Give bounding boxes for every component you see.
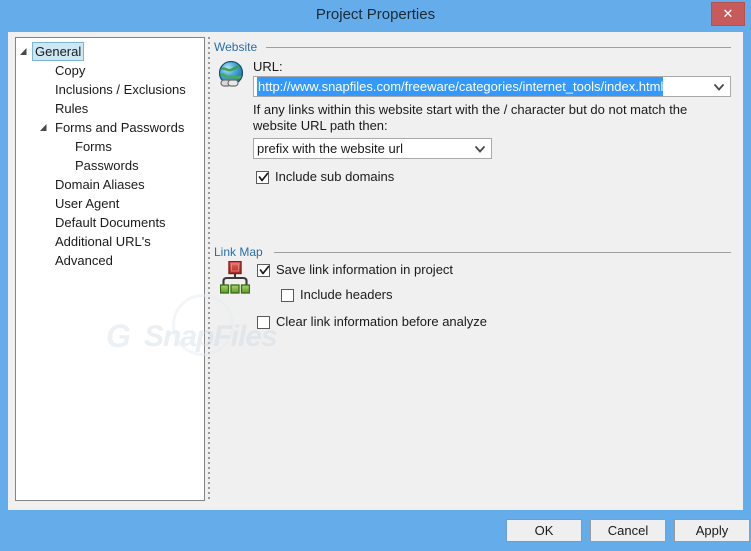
- checkbox-box[interactable]: [257, 316, 270, 329]
- checkbox-box[interactable]: [256, 171, 269, 184]
- ok-button[interactable]: OK: [506, 519, 582, 542]
- linkmap-group-caption: Link Map: [214, 245, 268, 259]
- tree-item-label: General: [32, 42, 85, 61]
- collapse-arrow-icon[interactable]: [19, 42, 29, 61]
- tree-item-label: Rules: [55, 101, 89, 116]
- url-input[interactable]: http://www.snapfiles.com/freeware/catego…: [257, 77, 664, 96]
- dialog-footer: OK Cancel Apply: [0, 510, 751, 551]
- tree-item-label: Domain Aliases: [55, 177, 145, 192]
- chevron-down-icon[interactable]: [473, 139, 487, 158]
- website-group-rule: [266, 47, 731, 48]
- tree-item-passwords[interactable]: Passwords: [16, 156, 204, 175]
- website-group-caption: Website: [214, 40, 263, 54]
- apply-button[interactable]: Apply: [674, 519, 750, 542]
- tree-item-additional-url-s[interactable]: Additional URL's: [16, 232, 204, 251]
- tree-item-inclusions-exclusions[interactable]: Inclusions / Exclusions: [16, 80, 204, 99]
- include-sub-domains-label: Include sub domains: [275, 169, 395, 184]
- url-label: URL:: [253, 59, 283, 74]
- dialog-client-area: General Copy Inclusions / Exclusions Rules F…: [8, 32, 743, 510]
- tree-item-label: Forms: [75, 139, 112, 154]
- general-settings-pane: Website URL: http://www.snapfiles.com/fr…: [212, 37, 740, 501]
- slash-link-hint: If any links within this website start w…: [253, 102, 688, 133]
- tree-item-user-agent[interactable]: User Agent: [16, 194, 204, 213]
- tree-item-label: Default Documents: [55, 215, 166, 230]
- tree-item-forms[interactable]: Forms: [16, 137, 204, 156]
- title-bar: Project Properties ✕: [0, 0, 751, 32]
- tree-item-advanced[interactable]: Advanced: [16, 251, 204, 270]
- checkbox-box[interactable]: [281, 289, 294, 302]
- collapse-arrow-icon[interactable]: [39, 118, 49, 137]
- tree-item-forms-and-passwords[interactable]: Forms and Passwords: [16, 118, 204, 137]
- save-link-info-label: Save link information in project: [276, 262, 454, 277]
- tree-item-copy[interactable]: Copy: [16, 61, 204, 80]
- tree-item-label: Forms and Passwords: [55, 120, 185, 135]
- cancel-button[interactable]: Cancel: [590, 519, 666, 542]
- prefix-behavior-value[interactable]: prefix with the website url: [257, 139, 471, 158]
- clear-link-info-label: Clear link information before analyze: [276, 314, 487, 329]
- prefix-behavior-select[interactable]: prefix with the website url: [253, 138, 492, 159]
- tree-item-default-documents[interactable]: Default Documents: [16, 213, 204, 232]
- tree-item-label: User Agent: [55, 196, 120, 211]
- tree-item-general[interactable]: General: [16, 42, 204, 61]
- tree-item-rules[interactable]: Rules: [16, 99, 204, 118]
- window-title: Project Properties: [315, 6, 436, 23]
- tree-item-label: Additional URL's: [55, 234, 151, 249]
- chevron-down-icon[interactable]: [712, 77, 726, 96]
- checkbox-box[interactable]: [257, 264, 270, 277]
- dialog-window: Project Properties ✕ General Copy Inclusio…: [0, 0, 751, 551]
- url-combobox[interactable]: http://www.snapfiles.com/freeware/catego…: [253, 76, 731, 97]
- tree-item-label: Copy: [55, 63, 86, 78]
- tree-item-domain-aliases[interactable]: Domain Aliases: [16, 175, 204, 194]
- tree-item-label: Inclusions / Exclusions: [55, 82, 186, 97]
- globe-link-icon: [217, 60, 249, 95]
- close-button[interactable]: ✕: [711, 2, 745, 26]
- tree-item-label: Advanced: [55, 253, 113, 268]
- settings-tree[interactable]: General Copy Inclusions / Exclusions Rules F…: [15, 37, 205, 501]
- include-headers-label: Include headers: [300, 287, 393, 302]
- sitemap-icon: [219, 260, 251, 300]
- tree-item-label: Passwords: [75, 158, 139, 173]
- linkmap-group-rule: [274, 252, 731, 253]
